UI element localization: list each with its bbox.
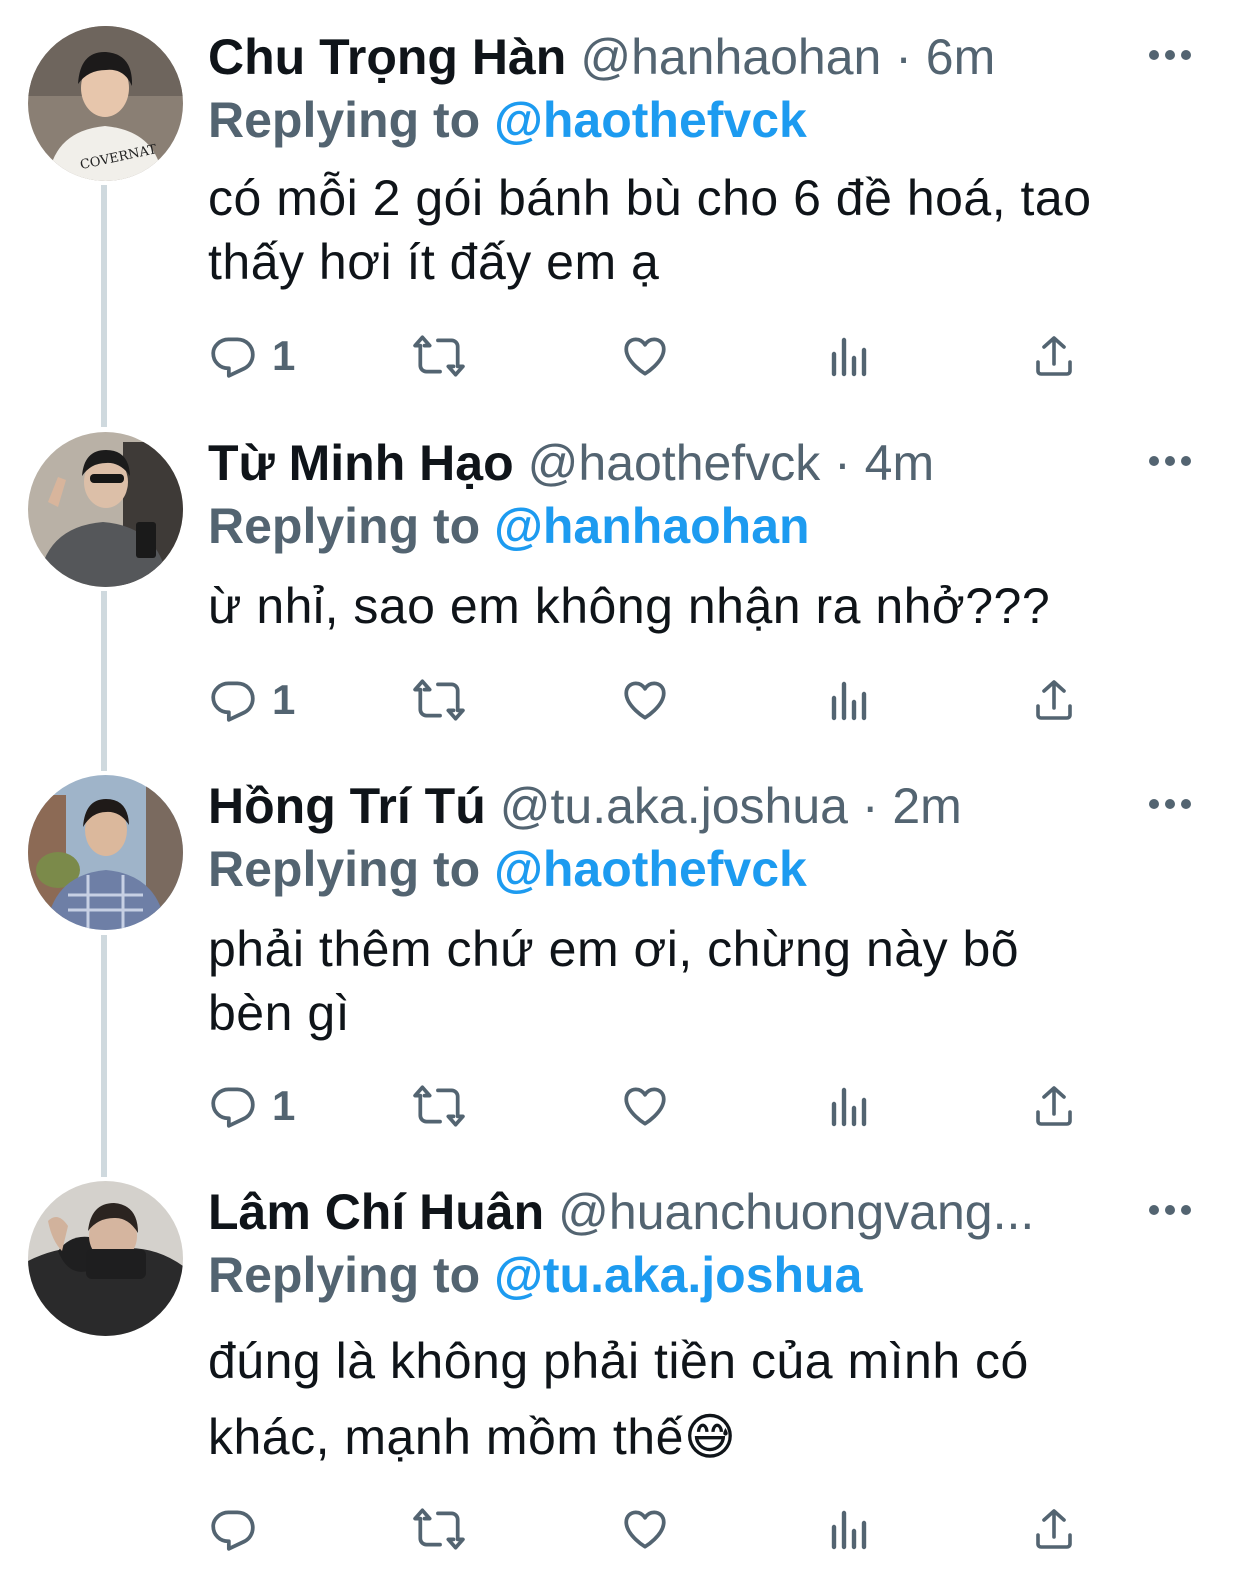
- tweet[interactable]: Từ Minh Hạo @haothefvck · 4m Replying to …: [0, 432, 1239, 742]
- reply-button[interactable]: [208, 1501, 272, 1557]
- tweet-text-line: phải thêm chứ em ơi, chừng này bõ: [208, 921, 1020, 977]
- views-button[interactable]: [826, 1501, 874, 1557]
- tweet-text-line: có mỗi 2 gói bánh bù cho 6 đề hoá, tao: [208, 170, 1092, 226]
- share-button[interactable]: [1030, 328, 1078, 384]
- handle-timestamp[interactable]: @haothefvck · 4m: [528, 435, 934, 491]
- reply-button[interactable]: 1: [208, 1078, 295, 1134]
- retweet-button[interactable]: [412, 328, 466, 384]
- tweet-text: đúng là không phải tiền của mình có khác…: [208, 1323, 1198, 1475]
- display-name[interactable]: Từ Minh Hạo: [208, 435, 514, 491]
- replying-to: Replying to @hanhaohan: [208, 494, 810, 558]
- handle-timestamp[interactable]: @tu.aka.joshua · 2m: [500, 778, 962, 834]
- tweet-text-line: bèn gì: [208, 985, 351, 1041]
- handle-timestamp[interactable]: @huanchuongvang...: [558, 1184, 1034, 1240]
- share-button[interactable]: [1030, 1078, 1078, 1134]
- replying-prefix: Replying to: [208, 841, 481, 897]
- replying-prefix: Replying to: [208, 1247, 481, 1303]
- reply-count: 1: [272, 676, 296, 723]
- reply-icon: [211, 681, 255, 722]
- action-bar: 1: [0, 672, 1239, 728]
- reply-icon: [211, 1510, 255, 1551]
- share-icon: [1036, 1509, 1072, 1549]
- reply-button[interactable]: 1: [208, 672, 295, 728]
- tweet-text: có mỗi 2 gói bánh bù cho 6 đề hoá, tao t…: [208, 166, 1198, 294]
- display-name[interactable]: Lâm Chí Huân: [208, 1184, 544, 1240]
- reply-target-link[interactable]: @haothefvck: [494, 92, 807, 148]
- retweet-button[interactable]: [412, 672, 466, 728]
- replying-to: Replying to @haothefvck: [208, 837, 807, 901]
- tweet[interactable]: Hồng Trí Tú @tu.aka.joshua · 2m Replying …: [0, 775, 1239, 1155]
- reply-count: 1: [272, 1082, 296, 1129]
- reply-target-link[interactable]: @tu.aka.joshua: [494, 1247, 862, 1303]
- views-icon: [831, 681, 867, 721]
- share-icon: [1036, 680, 1072, 720]
- heart-icon: [624, 337, 666, 376]
- retweet-button[interactable]: [412, 1078, 466, 1134]
- display-name[interactable]: Hồng Trí Tú: [208, 778, 486, 834]
- views-button[interactable]: [826, 672, 874, 728]
- tweet[interactable]: Lâm Chí Huân @huanchuongvang... Replying …: [0, 1181, 1239, 1576]
- views-button[interactable]: [826, 1078, 874, 1134]
- action-bar: 1: [0, 328, 1239, 384]
- replying-to: Replying to @haothefvck: [208, 88, 807, 152]
- reply-icon: [211, 1087, 255, 1128]
- retweet-icon: [413, 1508, 465, 1550]
- like-button[interactable]: [620, 328, 670, 384]
- more-icon[interactable]: [1149, 1203, 1191, 1217]
- views-icon: [831, 337, 867, 377]
- heart-icon: [624, 1510, 666, 1549]
- more-icon[interactable]: [1149, 48, 1191, 62]
- replying-prefix: Replying to: [208, 92, 481, 148]
- replying-to: Replying to @tu.aka.joshua: [208, 1243, 862, 1307]
- tweet-text-line: ừ nhỉ, sao em không nhận ra nhở???: [208, 578, 1051, 634]
- share-button[interactable]: [1030, 672, 1078, 728]
- views-icon: [831, 1087, 867, 1127]
- reply-count: 1: [272, 332, 296, 379]
- reply-button[interactable]: 1: [208, 328, 295, 384]
- replying-prefix: Replying to: [208, 498, 481, 554]
- like-button[interactable]: [620, 1078, 670, 1134]
- action-bar: 1: [0, 1078, 1239, 1134]
- share-button[interactable]: [1030, 1501, 1078, 1557]
- more-icon[interactable]: [1149, 454, 1191, 468]
- display-name[interactable]: Chu Trọng Hàn: [208, 29, 566, 85]
- retweet-icon: [413, 335, 465, 377]
- tweet-text-line: thấy hơi ít đấy em ạ: [208, 234, 660, 290]
- heart-icon: [624, 1087, 666, 1126]
- like-button[interactable]: [620, 1501, 670, 1557]
- views-button[interactable]: [826, 328, 874, 384]
- reply-target-link[interactable]: @hanhaohan: [494, 498, 809, 554]
- more-icon[interactable]: [1149, 797, 1191, 811]
- views-icon: [831, 1510, 867, 1550]
- action-bar: [0, 1501, 1239, 1557]
- tweet[interactable]: COVERNAT Chu Trọng Hàn @hanhaohan · 6m Re…: [0, 26, 1239, 406]
- reply-icon: [211, 337, 255, 378]
- tweet-text-line: khác, mạnh mồm thế😅: [208, 1409, 737, 1465]
- retweet-button[interactable]: [412, 1501, 466, 1557]
- tweet-text: phải thêm chứ em ơi, chừng này bõ bèn gì: [208, 917, 1198, 1045]
- retweet-icon: [413, 1085, 465, 1127]
- tweet-text: ừ nhỉ, sao em không nhận ra nhở???: [208, 574, 1198, 638]
- avatar[interactable]: [28, 775, 183, 930]
- tweet-text-line: đúng là không phải tiền của mình có: [208, 1333, 1029, 1389]
- heart-icon: [624, 681, 666, 720]
- like-button[interactable]: [620, 672, 670, 728]
- share-icon: [1036, 336, 1072, 376]
- avatar[interactable]: [28, 1181, 183, 1336]
- reply-target-link[interactable]: @haothefvck: [494, 841, 807, 897]
- avatar[interactable]: COVERNAT: [28, 26, 183, 181]
- handle-timestamp[interactable]: @hanhaohan · 6m: [580, 29, 995, 85]
- avatar[interactable]: [28, 432, 183, 587]
- retweet-icon: [413, 679, 465, 721]
- share-icon: [1036, 1086, 1072, 1126]
